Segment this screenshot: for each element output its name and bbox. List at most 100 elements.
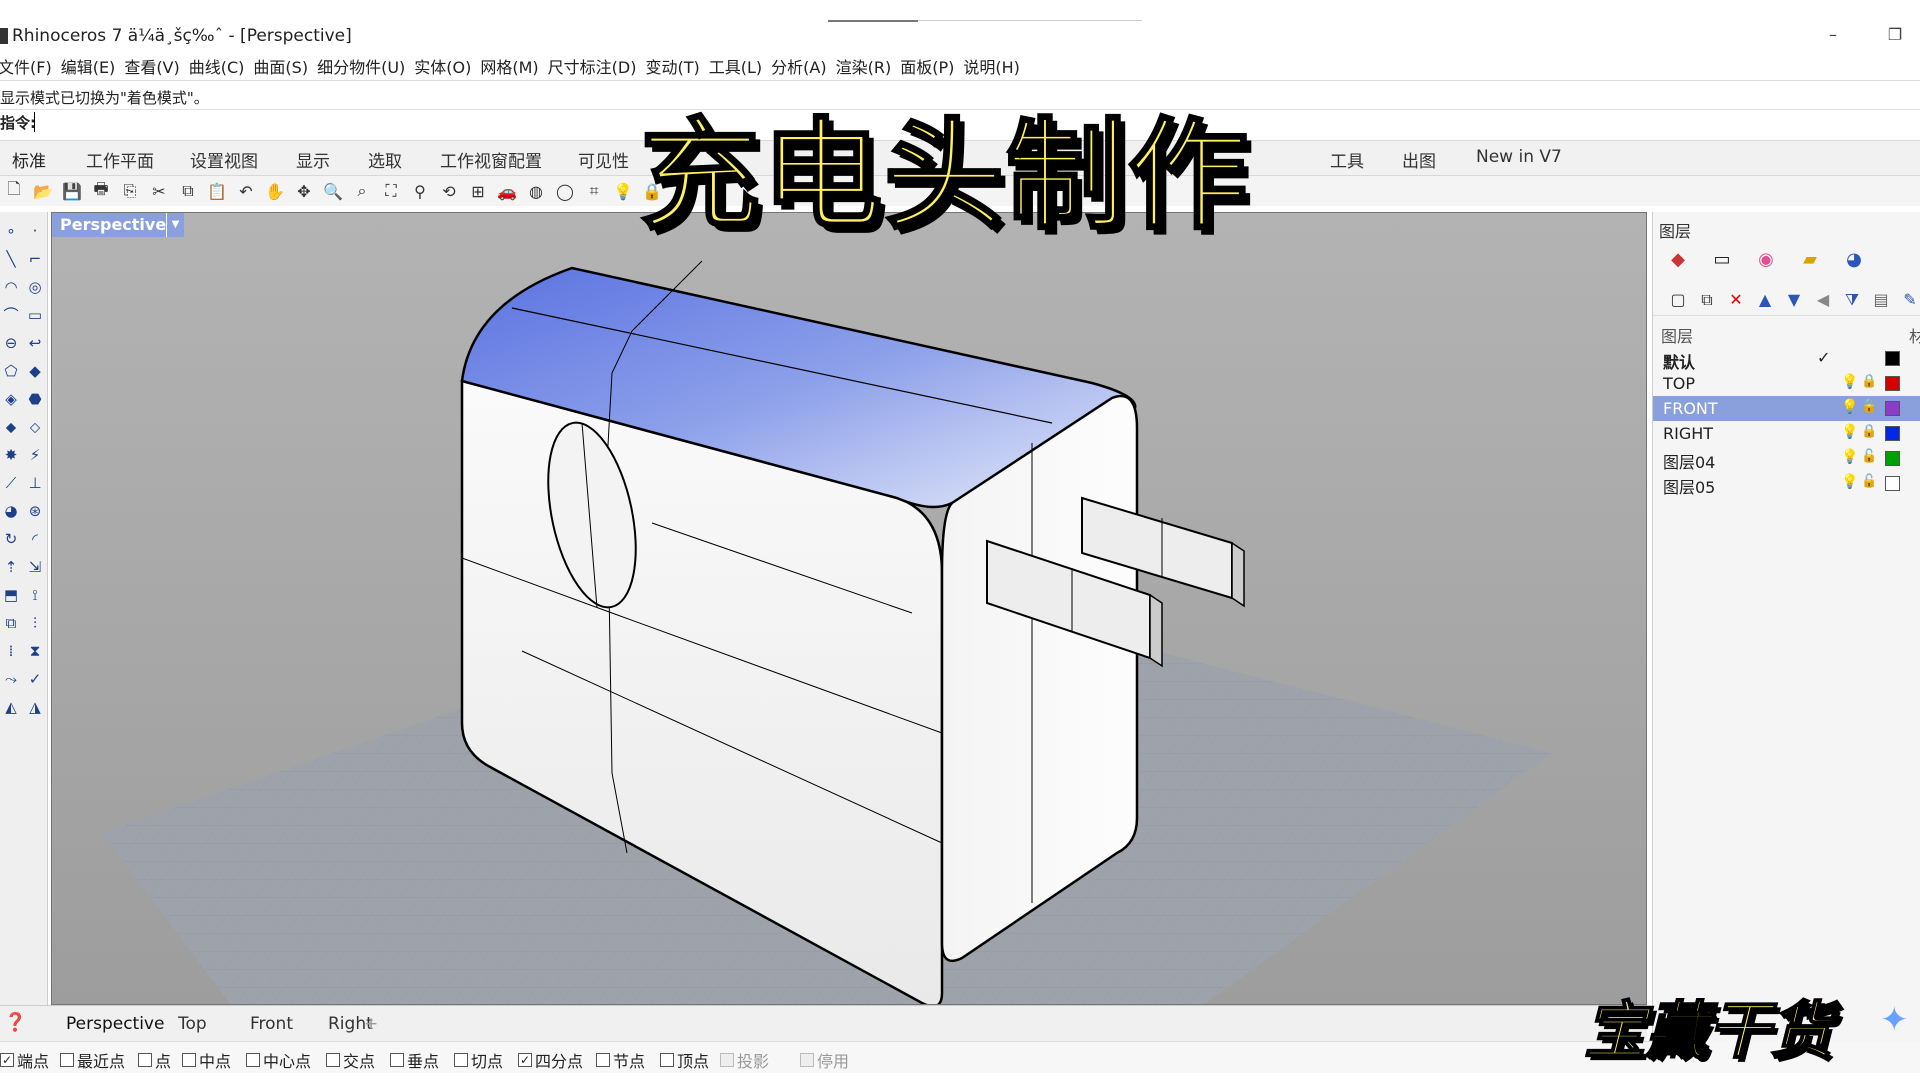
tool-icon[interactable]: ◜ — [24, 528, 46, 550]
tool-icon[interactable]: ⁞ — [0, 640, 22, 662]
menu-item[interactable]: 分析(A) — [771, 52, 835, 80]
tool-icon[interactable]: ◕ — [0, 500, 22, 522]
layer-locked-icon[interactable]: 🔒 — [1861, 424, 1877, 439]
tool-icon[interactable]: ⧉ — [0, 612, 22, 634]
tool-icon[interactable]: ⌐ — [24, 248, 46, 270]
tool-icon[interactable]: ⬒ — [0, 584, 22, 606]
menu-item[interactable]: 工具(L) — [709, 52, 771, 80]
tool-icon[interactable]: ◎ — [24, 276, 46, 298]
tool-icon[interactable]: ⊖ — [0, 332, 22, 354]
layer-row[interactable]: RIGHT 💡 🔒 — [1653, 421, 1920, 446]
toolbar-tab[interactable]: 显示 — [296, 147, 330, 172]
grid-snap-icon[interactable]: ⌗ — [582, 179, 606, 203]
paste-icon[interactable]: 📋 — [205, 179, 229, 203]
menu-item[interactable]: 实体(O) — [414, 52, 480, 80]
osnap-checkbox[interactable] — [246, 1053, 260, 1067]
tool-icon[interactable]: ⊥ — [24, 472, 46, 494]
osnap-option[interactable]: ✓ 四分点 — [518, 1048, 583, 1072]
menu-item[interactable]: 渲染(R) — [836, 52, 901, 80]
menu-item[interactable]: 编辑(E) — [61, 52, 125, 80]
layer-color-swatch[interactable] — [1885, 451, 1900, 466]
layer-color-swatch[interactable] — [1885, 426, 1900, 441]
osnap-checkbox[interactable] — [454, 1053, 468, 1067]
four-viewports-icon[interactable]: ⊞ — [466, 179, 490, 203]
toolbar-tab[interactable]: 标准 — [12, 147, 46, 172]
menu-item[interactable]: 文件(F) — [0, 52, 61, 80]
new-sublayer-icon[interactable]: ⧉ — [1696, 288, 1718, 312]
osnap-checkbox[interactable] — [60, 1053, 74, 1067]
circle-icon[interactable]: ◯ — [553, 179, 577, 203]
tool-icon[interactable]: ⬥ — [0, 416, 22, 438]
layer-unlocked-icon[interactable]: 🔓 — [1861, 474, 1877, 489]
menu-item[interactable]: 面板(P) — [900, 52, 963, 80]
tools-icon[interactable]: ✎ — [1899, 288, 1920, 312]
tool-icon[interactable]: · — [24, 220, 46, 242]
tool-icon[interactable]: ⇡ — [0, 556, 22, 578]
perspective-viewport[interactable]: Perspective ▼ — [51, 212, 1647, 1005]
osnap-checkbox[interactable] — [326, 1053, 340, 1067]
new-layer-icon[interactable]: ▢ — [1667, 288, 1689, 312]
layer-row[interactable]: 图层04 💡 🔓 — [1653, 446, 1920, 472]
toolbar-tab[interactable]: 选取 — [368, 147, 402, 172]
delete-layer-icon[interactable]: ✕ — [1725, 288, 1747, 312]
osnap-checkbox[interactable]: ✓ — [0, 1053, 14, 1067]
layer-visibility-bulb-icon[interactable]: 💡 — [1841, 399, 1858, 415]
layers-tab-icon[interactable]: ◆ — [1665, 247, 1691, 273]
tool-icon[interactable]: ◆ — [24, 360, 46, 382]
layer-row[interactable]: 图层05 💡 🔓 — [1653, 471, 1920, 497]
layer-states-icon[interactable]: ▤ — [1870, 288, 1892, 312]
osnap-option[interactable]: 点 — [138, 1048, 171, 1072]
viewport-tab-top[interactable]: Top — [178, 1014, 207, 1034]
tool-icon[interactable]: ↩ — [24, 332, 46, 354]
menu-item[interactable]: 说明(H) — [963, 52, 1029, 80]
viewport-tab-front[interactable]: Front — [250, 1014, 293, 1034]
tool-icon[interactable]: ⬦ — [24, 416, 46, 438]
new-file-icon[interactable]: 🗋 — [2, 179, 26, 203]
menu-item[interactable]: 细分物件(U) — [317, 52, 414, 80]
materials-tab-icon[interactable]: ◉ — [1753, 247, 1779, 273]
layer-unlocked-icon[interactable]: 🔓 — [1861, 449, 1877, 464]
layer-visibility-bulb-icon[interactable]: 💡 — [1841, 424, 1858, 440]
osnap-option[interactable]: 节点 — [596, 1048, 645, 1072]
display-tab-icon[interactable]: ▭ — [1709, 247, 1735, 273]
undo-icon[interactable]: ↶ — [234, 179, 258, 203]
layer-locked-icon[interactable]: 🔒 — [1861, 399, 1877, 414]
tool-icon[interactable]: ◠ — [0, 276, 22, 298]
command-input[interactable] — [34, 112, 634, 132]
osnap-option[interactable]: ✓ 端点 — [0, 1048, 49, 1072]
restore-button[interactable]: ❐ — [1884, 24, 1906, 46]
viewport-menu-arrow-icon[interactable]: ▼ — [166, 213, 184, 237]
tool-icon[interactable]: ⇲ — [24, 556, 46, 578]
libraries-tab-icon[interactable]: ▰ — [1797, 247, 1823, 273]
viewport-title[interactable]: Perspective — [52, 213, 175, 237]
menu-item[interactable]: 曲线(C) — [189, 52, 254, 80]
rotate-view-icon[interactable]: ⟲ — [437, 179, 461, 203]
toolbar-tab[interactable]: 工作平面 — [86, 147, 154, 172]
import-icon[interactable]: ⎘ — [118, 179, 142, 203]
layer-color-swatch[interactable] — [1885, 351, 1900, 366]
menu-item[interactable]: 网格(M) — [480, 52, 547, 80]
save-icon[interactable]: 💾 — [60, 179, 84, 203]
menu-item[interactable]: 曲面(S) — [253, 52, 317, 80]
osnap-checkbox[interactable] — [390, 1053, 404, 1067]
tool-icon[interactable]: ✸ — [0, 444, 22, 466]
tool-icon[interactable]: ⫶ — [24, 612, 46, 634]
tool-icon[interactable]: ⚡ — [24, 444, 46, 466]
osnap-checkbox[interactable] — [660, 1053, 674, 1067]
viewport-tab-perspective[interactable]: Perspective — [66, 1014, 164, 1034]
menu-item[interactable]: 尺寸标注(D) — [548, 52, 646, 80]
layer-color-swatch[interactable] — [1885, 376, 1900, 391]
layer-visibility-bulb-icon[interactable]: 💡 — [1841, 449, 1858, 465]
tool-icon[interactable]: ⊛ — [24, 500, 46, 522]
move-layer-down-icon[interactable]: ▼ — [1783, 288, 1805, 312]
zoom-window-icon[interactable]: ⌕ — [350, 179, 374, 203]
layer-row[interactable]: FRONT 💡 🔒 — [1653, 396, 1920, 421]
filter-icon[interactable]: ⧩ — [1841, 288, 1863, 312]
tool-icon[interactable]: ∘ — [0, 220, 22, 242]
move-layer-up-icon[interactable]: ▲ — [1754, 288, 1776, 312]
toolbar-tab[interactable]: 设置视图 — [190, 147, 258, 172]
toolbar-tab[interactable]: 工具 — [1330, 147, 1364, 172]
pan-hand-icon[interactable]: ✋ — [263, 179, 287, 203]
car-icon[interactable]: 🚗 — [495, 179, 519, 203]
copy-icon[interactable]: ⧉ — [176, 179, 200, 203]
